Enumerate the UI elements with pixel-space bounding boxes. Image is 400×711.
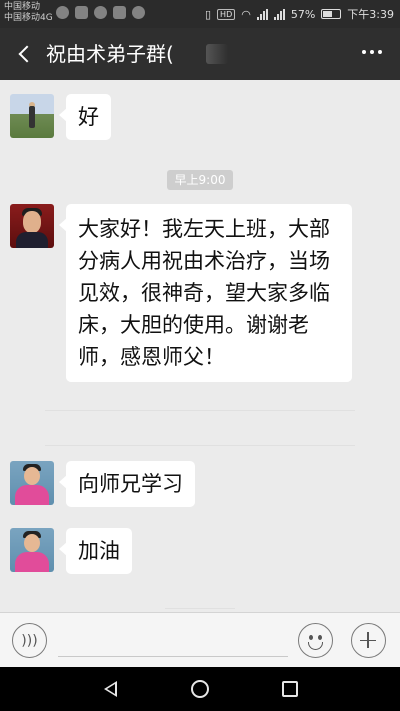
battery-icon [321,9,342,19]
divider [45,445,355,446]
avatar-body [15,552,49,572]
chat-screen: 中国移动 中国移动4G ▯ HD ◠ 57% 下午3:39 祝由术弟子群(好 … [0,0,400,711]
avatar-person-body [29,106,35,128]
more-dot [370,50,374,54]
avatar[interactable] [10,528,54,572]
clock: 下午3:39 [347,8,394,21]
divider [165,608,235,609]
notification-mail-icon [75,6,88,19]
avatar-body [15,485,49,505]
avatar-face [24,467,40,485]
chat-title: 祝由术弟子群( [46,42,174,66]
signal-icon [256,8,268,20]
voice-icon: ))) [21,632,38,649]
battery-percent: 57% [290,7,316,21]
emoji-button[interactable] [298,623,333,658]
carrier-line-2: 中国移动4G [4,13,53,23]
message-bubble[interactable]: 大家好！我左天上班，大部分病人用祝由术治疗，当场见效，很神奇，望大家多临床，大胆… [59,204,352,382]
divider [45,410,355,411]
nav-recent-icon[interactable] [282,681,298,697]
more-button[interactable] [362,50,382,54]
emoji-eye-icon [309,635,313,640]
notification-chat-icon [113,6,126,19]
avatar-body [16,232,48,248]
hd-badge: HD [217,8,236,20]
message-input[interactable] [58,656,288,657]
vibrate-icon: ▯ [204,7,212,21]
avatar[interactable] [10,461,54,505]
chevron-left-icon [18,45,36,63]
message-list[interactable]: 好 早上9:00 大家好！我左天上班，大部分病人用祝由术治疗，当场见效，很神奇，… [0,80,400,612]
avatar[interactable] [10,204,54,248]
message-bubble[interactable]: 向师兄学习 [59,461,195,507]
carrier-info: 中国移动 中国移动4G [4,2,53,24]
emoji-eye-icon [318,635,322,640]
back-button[interactable] [10,40,38,68]
title-blur [206,44,228,64]
nav-back-icon[interactable] [104,681,117,697]
avatar-face [23,211,41,233]
timestamp: 早上9:00 [167,170,233,190]
emoji-mouth-icon [308,642,323,650]
plus-button[interactable] [351,623,386,658]
notification-icons [56,6,145,19]
more-dot [362,50,366,54]
notification-app-icon [56,6,69,19]
nav-home-icon[interactable] [191,680,209,698]
more-dot [378,50,382,54]
signal-icon-2 [273,8,285,20]
notification-cloud-icon [94,6,107,19]
message-bubble[interactable]: 加油 [59,528,132,574]
voice-button[interactable]: ))) [12,623,47,658]
message-bubble[interactable]: 好 [59,94,111,140]
carrier-line-1: 中国移动 [4,2,41,12]
notification-misc-icon [132,6,145,19]
status-bar: 中国移动 中国移动4G ▯ HD ◠ 57% 下午3:39 [0,0,400,28]
title-bar: 祝由术弟子群( [0,28,400,80]
wifi-icon: ◠ [241,7,251,21]
avatar-face [24,534,40,552]
input-bar: ))) [0,612,400,667]
status-right-group: ▯ HD ◠ 57% 下午3:39 [205,6,394,22]
navigation-bar [0,667,400,711]
avatar[interactable] [10,94,54,138]
